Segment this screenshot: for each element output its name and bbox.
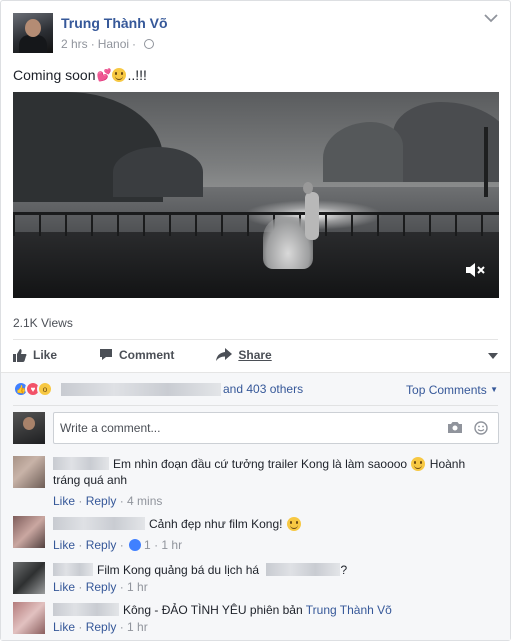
meta-separator: · bbox=[132, 37, 137, 51]
comment-reply-link[interactable]: Reply bbox=[86, 538, 117, 552]
comment-text: Kông - ĐẢO TÌNH YÊU phiên bản bbox=[123, 603, 303, 617]
comment-time[interactable]: 4 mins bbox=[127, 494, 162, 508]
post-location[interactable]: Hanoi bbox=[98, 37, 129, 51]
commenter-avatar[interactable] bbox=[13, 456, 45, 488]
laughing-emoji-icon bbox=[411, 457, 426, 471]
comment-time[interactable]: 1 hr bbox=[127, 620, 148, 634]
smile-emoji-icon bbox=[286, 517, 301, 531]
dropdown-caret-icon: ▼ bbox=[490, 385, 498, 394]
comments-panel: 👍 ♥ o and 403 others Top Comments ▼ Writ… bbox=[1, 372, 510, 640]
post-options-chevron-icon[interactable] bbox=[484, 13, 498, 23]
share-button[interactable]: Share bbox=[216, 348, 272, 362]
commenter-name-blurred[interactable] bbox=[53, 457, 109, 470]
smile-emoji-icon bbox=[112, 68, 127, 82]
commenter-avatar[interactable] bbox=[13, 562, 45, 594]
reaction-summary[interactable]: 👍 ♥ o and 403 others bbox=[13, 381, 303, 397]
thumbs-up-icon bbox=[13, 348, 27, 362]
comment-reply-link[interactable]: Reply bbox=[86, 580, 117, 594]
commenter-name-blurred[interactable] bbox=[53, 563, 93, 576]
post-text-main: Coming soon bbox=[13, 67, 96, 83]
muted-speaker-icon[interactable] bbox=[465, 263, 485, 280]
post-header: Trung Thành Võ 2 hrs · Hanoi · bbox=[13, 13, 168, 53]
sticker-smile-icon[interactable] bbox=[474, 421, 488, 438]
comment-input[interactable]: Write a comment... bbox=[53, 412, 499, 444]
comment-button[interactable]: Comment bbox=[99, 348, 174, 362]
like-count-icon bbox=[129, 539, 142, 551]
commenter-avatar[interactable] bbox=[13, 516, 45, 548]
comment-input-placeholder: Write a comment... bbox=[60, 421, 161, 435]
comment-like-link[interactable]: Like bbox=[53, 620, 75, 634]
heart-emoji-icon: 💕 bbox=[96, 68, 112, 82]
author-avatar[interactable] bbox=[13, 13, 53, 53]
comment-item: Kông - ĐẢO TÌNH YÊU phiên bản Trung Thàn… bbox=[13, 602, 499, 641]
post-time[interactable]: 2 hrs bbox=[61, 37, 88, 51]
video-player[interactable] bbox=[13, 92, 499, 298]
my-avatar bbox=[13, 412, 45, 444]
commenter-name-blurred[interactable] bbox=[53, 517, 145, 530]
comment-text: Film Kong quảng bá du lịch há bbox=[97, 563, 260, 577]
share-arrow-icon bbox=[216, 348, 233, 361]
speech-bubble-icon bbox=[99, 348, 113, 361]
post-card: Trung Thành Võ 2 hrs · Hanoi · Coming so… bbox=[0, 0, 511, 641]
comment-reply-link[interactable]: Reply bbox=[86, 620, 117, 634]
globe-icon bbox=[144, 39, 155, 49]
wow-reaction-icon: o bbox=[37, 381, 53, 397]
camera-icon[interactable] bbox=[448, 421, 462, 438]
comment-item: Film Kong quảng bá du lịch há ? Like · R… bbox=[13, 562, 499, 602]
reactor-names-blurred bbox=[61, 382, 221, 396]
reaction-others-link[interactable]: and 403 others bbox=[223, 382, 303, 396]
comment-item: Em nhìn đoạn đầu cứ tưởng trailer Kong l… bbox=[13, 456, 499, 512]
author-name[interactable]: Trung Thành Võ bbox=[61, 15, 168, 32]
post-text-end: ..!!! bbox=[127, 67, 147, 83]
meta-separator: · bbox=[90, 37, 95, 51]
commenter-avatar[interactable] bbox=[13, 602, 45, 634]
comment-reply-link[interactable]: Reply bbox=[86, 494, 117, 508]
top-comments-dropdown[interactable]: Top Comments ▼ bbox=[406, 383, 498, 397]
comment-like-link[interactable]: Like bbox=[53, 494, 75, 508]
comment-like-link[interactable]: Like bbox=[53, 580, 75, 594]
commenter-name-blurred[interactable] bbox=[53, 603, 119, 616]
comment-like-link[interactable]: Like bbox=[53, 538, 75, 552]
like-button[interactable]: Like bbox=[13, 348, 57, 362]
comment-text: Cảnh đẹp như film Kong! bbox=[149, 517, 283, 531]
comment-like-count[interactable]: 1 bbox=[144, 538, 151, 552]
comment-time[interactable]: 1 hr bbox=[161, 538, 182, 552]
audience-dropdown-icon[interactable] bbox=[488, 348, 498, 362]
action-bar: Like Comment Share bbox=[13, 339, 498, 369]
comment-time[interactable]: 1 hr bbox=[127, 580, 148, 594]
mention-blurred[interactable] bbox=[266, 563, 341, 576]
comment-item: Cảnh đẹp như film Kong! Like · Reply · 1… bbox=[13, 516, 499, 556]
view-count: 2.1K Views bbox=[13, 316, 73, 330]
post-meta: 2 hrs · Hanoi · bbox=[61, 37, 168, 51]
post-text: Coming soon 💕 ..!!! bbox=[13, 67, 147, 83]
comment-mention-link[interactable]: Trung Thành Võ bbox=[306, 603, 392, 617]
comment-text: Em nhìn đoạn đầu cứ tưởng trailer Kong l… bbox=[113, 457, 408, 471]
